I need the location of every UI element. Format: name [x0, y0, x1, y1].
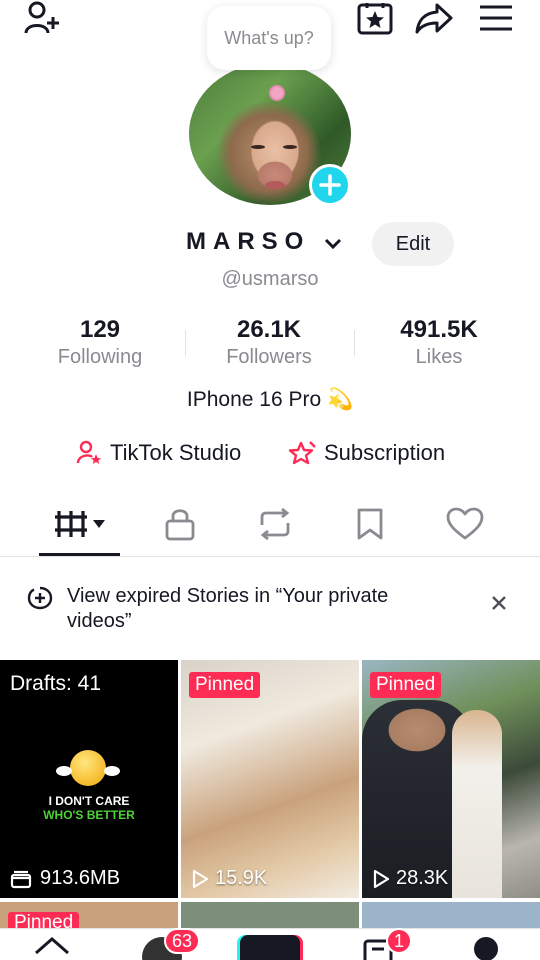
view-count-value: 28.3K — [396, 867, 449, 889]
video-tile[interactable]: Pinned 28.3K — [362, 660, 540, 898]
nav-profile[interactable] — [464, 935, 508, 960]
play-icon — [373, 869, 390, 888]
avatar-lips — [265, 181, 285, 189]
video-thumbnail-person — [452, 710, 502, 898]
view-count-value: 15.9K — [215, 867, 268, 889]
drafts-caption-line2: WHO'S BETTER — [43, 808, 135, 822]
share-icon[interactable] — [412, 0, 456, 36]
videos-grid-icon — [55, 511, 105, 537]
subscription-label: Subscription — [324, 440, 446, 465]
stat-likes[interactable]: 491.5K Likes — [354, 316, 524, 369]
friends-notification-badge: 63 — [164, 928, 201, 954]
menu-icon[interactable] — [474, 0, 518, 36]
create-plus-icon — [240, 935, 300, 960]
video-tile[interactable]: Pinned 15.9K — [181, 660, 359, 898]
lock-icon — [165, 509, 195, 541]
subscription-star-icon — [288, 441, 316, 465]
subscription-link[interactable]: Subscription — [288, 440, 445, 466]
drafts-size: 913.6MB — [10, 867, 120, 890]
pinned-badge: Pinned — [8, 912, 80, 928]
nav-create[interactable] — [240, 935, 300, 960]
storage-icon — [10, 870, 32, 888]
chevron-down-icon[interactable] — [322, 232, 344, 254]
avatar-eye — [283, 145, 297, 149]
bookmark-icon — [357, 508, 383, 540]
video-tile[interactable] — [362, 902, 540, 928]
stat-value: 491.5K — [400, 316, 478, 343]
stat-label: Followers — [226, 346, 312, 368]
profile-handle: @usmarso — [221, 268, 319, 290]
tab-liked[interactable] — [435, 502, 495, 546]
profile-bio: IPhone 16 Pro 💫 — [186, 388, 354, 411]
story-plus-circle-icon — [27, 586, 53, 615]
tiktok-studio-label: TikTok Studio — [110, 440, 242, 465]
video-tile[interactable] — [181, 902, 359, 928]
stat-label: Likes — [415, 346, 463, 368]
add-story-plus-icon[interactable] — [309, 164, 351, 206]
drafts-caption-line1: I DON'T CARE — [48, 794, 130, 808]
bottom-nav — [0, 928, 540, 960]
tab-favorites[interactable] — [340, 502, 400, 546]
play-icon — [192, 869, 209, 888]
profile-icon — [474, 937, 498, 960]
thinking-emoji-icon — [56, 750, 120, 786]
flower-detail — [271, 87, 283, 99]
tab-private[interactable] — [150, 502, 210, 546]
close-icon[interactable] — [486, 590, 512, 616]
pinned-badge: Pinned — [189, 672, 261, 698]
heart-icon — [446, 507, 484, 540]
nav-home[interactable] — [30, 935, 74, 960]
tab-videos[interactable] — [50, 502, 110, 546]
inbox-notification-badge: 1 — [386, 928, 413, 954]
favorites-icon[interactable] — [353, 0, 397, 36]
profile-name[interactable]: MARSO — [186, 228, 310, 256]
drafts-tile[interactable]: Drafts: 41 I DON'T CARE WHO'S BETTER 913… — [0, 660, 178, 898]
drafts-size-value: 913.6MB — [40, 867, 121, 889]
pinned-badge: Pinned — [370, 672, 442, 698]
drafts-count: Drafts: 41 — [10, 672, 102, 695]
tabs-divider — [0, 556, 540, 557]
video-tile[interactable]: Pinned — [0, 902, 178, 928]
whats-up-bubble[interactable]: What's up? — [207, 6, 331, 70]
repost-icon — [260, 507, 290, 541]
tab-reposts[interactable] — [245, 502, 305, 546]
home-icon — [35, 937, 69, 955]
expired-stories-text: View expired Stories in “Your private vi… — [67, 585, 389, 632]
stat-followers[interactable]: 26.1K Followers — [184, 316, 354, 369]
edit-profile-button[interactable]: Edit — [372, 222, 454, 266]
stat-following[interactable]: 129 Following — [15, 316, 185, 369]
stat-label: Following — [57, 346, 143, 368]
studio-person-star-icon — [76, 440, 101, 464]
avatar-eye — [251, 145, 265, 149]
add-friend-icon[interactable] — [20, 0, 64, 36]
stat-value: 26.1K — [236, 316, 302, 343]
expired-stories-notice[interactable]: View expired Stories in “Your private vi… — [0, 560, 540, 656]
view-count: 15.9K — [191, 867, 267, 890]
tiktok-studio-link[interactable]: TikTok Studio — [76, 440, 241, 466]
view-count: 28.3K — [372, 867, 448, 890]
stat-value: 129 — [79, 316, 121, 343]
